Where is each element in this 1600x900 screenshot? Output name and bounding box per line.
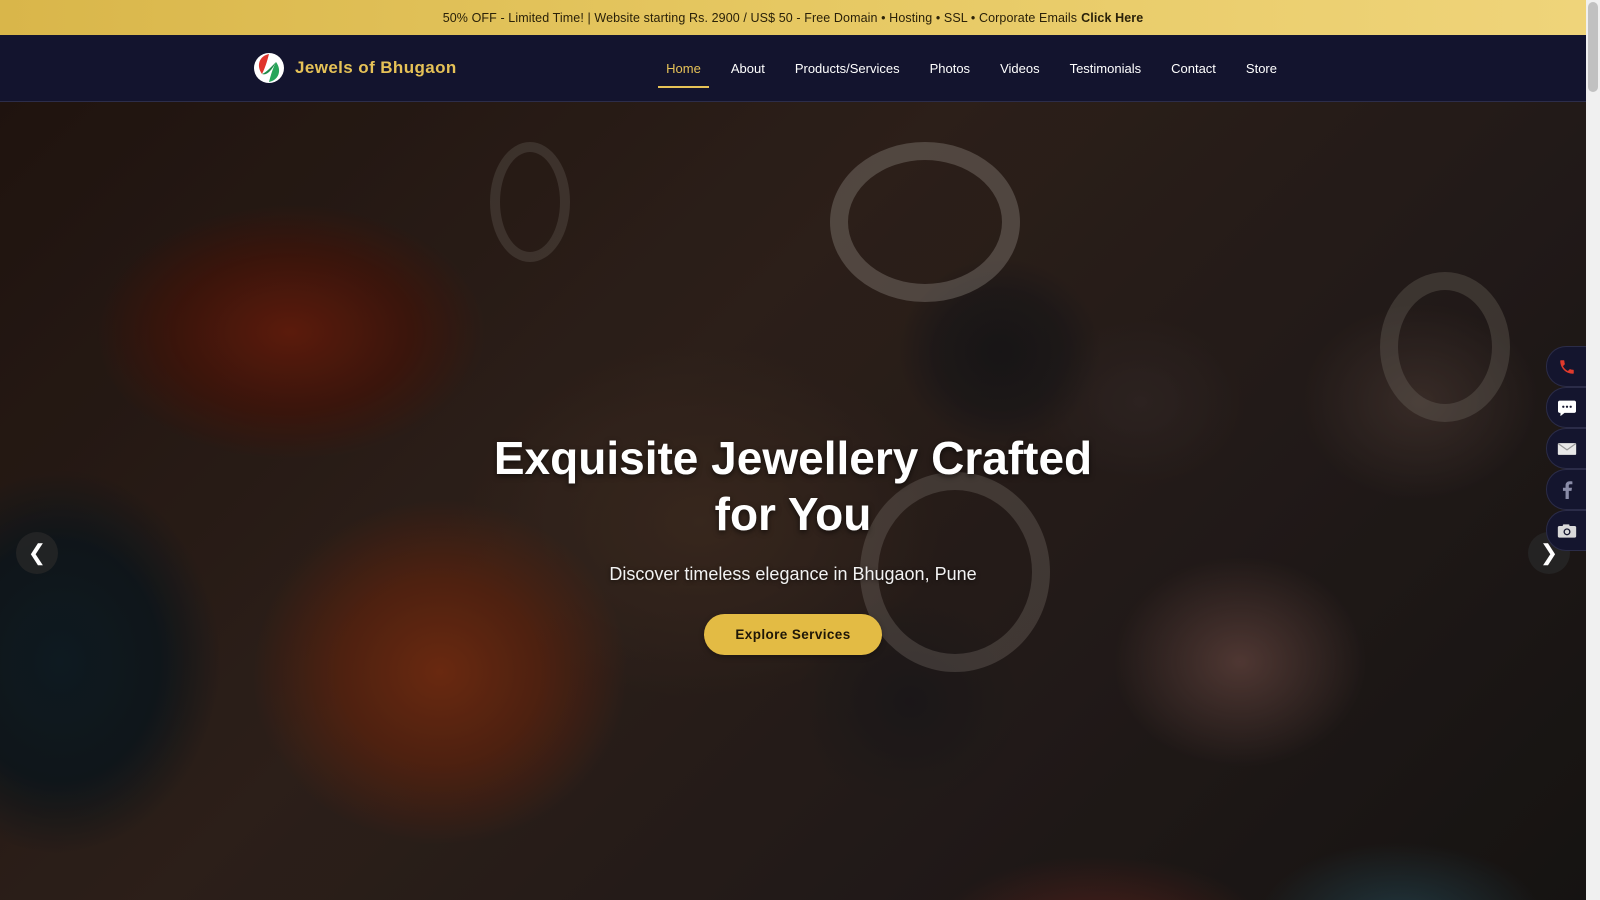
- phone-icon: [1559, 359, 1574, 374]
- camera-icon: [1557, 523, 1576, 538]
- facebook-icon: [1562, 480, 1572, 499]
- promo-text: 50% OFF - Limited Time! | Website starti…: [442, 10, 1078, 25]
- hero-slider: Exquisite Jewellery Crafted for You Disc…: [0, 102, 1586, 900]
- chat-icon: [1557, 400, 1576, 416]
- nav-item-products-services[interactable]: Products/Services: [780, 35, 915, 101]
- mail-icon: [1557, 442, 1576, 455]
- main-navbar: Jewels of Bhugaon Home About Products/Se…: [0, 35, 1586, 102]
- brand-name: Jewels of Bhugaon: [295, 58, 457, 77]
- brand-home-link[interactable]: Jewels of Bhugaon: [253, 52, 457, 84]
- nav-item-contact[interactable]: Contact: [1156, 35, 1231, 101]
- hero-subtitle: Discover timeless elegance in Bhugaon, P…: [609, 564, 977, 584]
- nav-item-store[interactable]: Store: [1231, 35, 1292, 101]
- nav-item-photos[interactable]: Photos: [915, 35, 985, 101]
- leaf-logo-icon: [254, 53, 284, 83]
- nav-item-videos[interactable]: Videos: [985, 35, 1055, 101]
- hero-title: Exquisite Jewellery Crafted for You: [493, 432, 1093, 540]
- phone-button[interactable]: [1546, 346, 1586, 387]
- hero-content: Exquisite Jewellery Crafted for You Disc…: [0, 102, 1586, 900]
- facebook-button[interactable]: [1546, 469, 1586, 510]
- instagram-button[interactable]: [1546, 510, 1586, 551]
- main-menu: Home About Products/Services Photos Vide…: [651, 35, 1292, 101]
- explore-services-button[interactable]: Explore Services: [704, 614, 882, 655]
- scrollbar-thumb[interactable]: [1588, 2, 1598, 92]
- nav-item-home[interactable]: Home: [651, 35, 716, 101]
- page-scrollbar[interactable]: [1586, 0, 1600, 900]
- email-button[interactable]: [1546, 428, 1586, 469]
- nav-item-testimonials[interactable]: Testimonials: [1055, 35, 1157, 101]
- chat-button[interactable]: [1546, 387, 1586, 428]
- promo-cta-link[interactable]: Click Here: [1081, 11, 1143, 25]
- promo-banner: 50% OFF - Limited Time! | Website starti…: [0, 0, 1586, 35]
- floating-contact-bar: [1546, 346, 1586, 551]
- nav-item-about[interactable]: About: [716, 35, 780, 101]
- slider-prev-button[interactable]: ❮: [16, 532, 58, 574]
